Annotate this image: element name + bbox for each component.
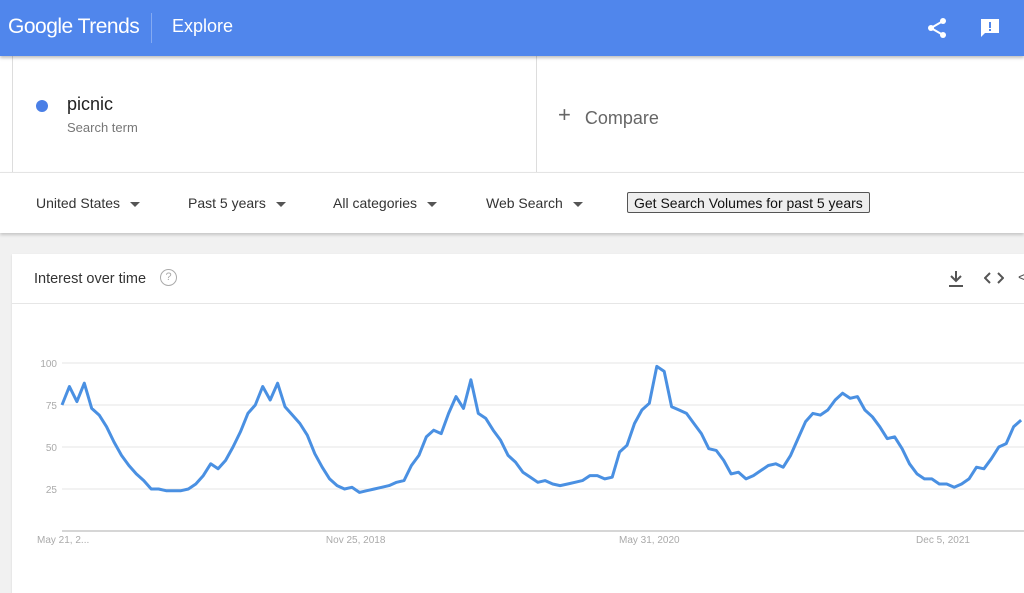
y-tick-label: 100: [40, 359, 57, 370]
search-term[interactable]: picnic: [67, 94, 113, 115]
search-type-dropdown[interactable]: Web Search: [486, 195, 583, 211]
chevron-down-icon: [130, 201, 141, 207]
x-tick-label: Nov 25, 2018: [326, 535, 386, 546]
plus-icon: +: [558, 102, 571, 127]
filter-bar: United States Past 5 years All categorie…: [0, 172, 1024, 233]
share-icon[interactable]: [925, 16, 949, 40]
google-trends-logo[interactable]: Google Trends: [8, 15, 140, 39]
y-tick-label: 50: [46, 443, 58, 454]
help-icon[interactable]: ?: [160, 269, 177, 286]
category-dropdown[interactable]: All categories: [333, 195, 438, 211]
region-value: United States: [36, 195, 121, 211]
search-term-card[interactable]: picnic Search term: [12, 56, 537, 172]
card-divider: [12, 303, 1024, 304]
embed-icon[interactable]: [984, 271, 1004, 285]
x-tick-label: May 31, 2020: [619, 535, 680, 546]
app-header: Google Trends Explore: [0, 0, 1024, 56]
compare-label: Compare: [584, 108, 659, 128]
download-icon[interactable]: [948, 270, 964, 288]
interest-line-chart: 100 75 50 25 May 21, 2... Nov 25, 2018 May 31,…: [37, 359, 1024, 546]
chevron-down-icon: [427, 201, 438, 207]
category-value: All categories: [333, 195, 418, 211]
region-dropdown[interactable]: United States: [36, 195, 141, 211]
time-range-value: Past 5 years: [188, 195, 266, 211]
compare-button[interactable]: + Compare: [558, 102, 659, 130]
share-icon[interactable]: <: [1018, 269, 1024, 286]
card-title: Interest over time: [34, 271, 147, 287]
chevron-down-icon: [572, 201, 583, 207]
search-terms-panel: picnic Search term + Compare: [0, 56, 1024, 172]
get-search-volumes-button[interactable]: Get Search Volumes for past 5 years: [627, 192, 870, 213]
page-title: Explore: [172, 16, 234, 36]
series-line-picnic: [60, 364, 1023, 494]
header-divider: [151, 13, 152, 43]
term-color-dot: [36, 100, 48, 112]
y-tick-label: 75: [46, 401, 58, 412]
chevron-down-icon: [275, 201, 286, 207]
x-tick-label: Dec 5, 2021: [916, 535, 970, 546]
y-tick-label: 25: [46, 485, 58, 496]
search-type-value: Web Search: [486, 195, 563, 211]
x-tick-label: May 21, 2...: [37, 535, 89, 546]
time-range-dropdown[interactable]: Past 5 years: [188, 195, 286, 211]
search-term-type: Search term: [67, 120, 138, 135]
feedback-icon[interactable]: [978, 16, 1002, 40]
